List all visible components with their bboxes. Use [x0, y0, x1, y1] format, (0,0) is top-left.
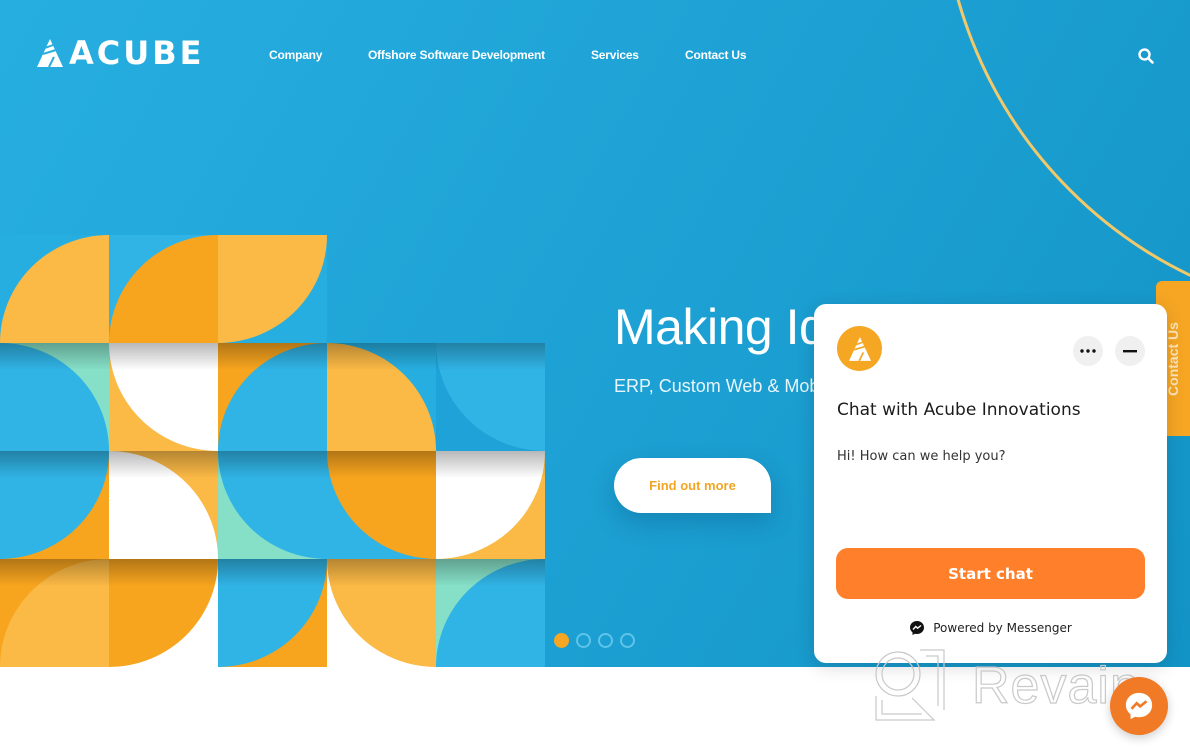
minimize-icon — [1123, 349, 1137, 352]
mosaic-row-1 — [0, 235, 327, 343]
acube-avatar-icon — [848, 336, 871, 361]
messenger-icon — [910, 621, 925, 635]
hero-subtitle: ERP, Custom Web & Mobile — [614, 376, 838, 396]
nav-services[interactable]: Services — [591, 48, 639, 62]
find-out-more-button[interactable]: Find out more — [614, 458, 771, 513]
minimize-chat-button[interactable] — [1115, 336, 1145, 366]
mosaic-row-4 — [0, 559, 545, 667]
mosaic-row-3 — [0, 451, 545, 559]
logo-text: ACUBE — [69, 34, 205, 72]
nav-company[interactable]: Company — [269, 48, 322, 62]
acube-logo-icon — [37, 39, 63, 67]
slider-pagination — [554, 633, 635, 648]
acube-logo[interactable]: ACUBE — [37, 34, 205, 72]
geometric-mosaic-artwork — [0, 235, 545, 667]
nav-contact-us[interactable]: Contact Us — [685, 48, 747, 62]
chat-greeting-message: Hi! How can we help you? — [837, 449, 1006, 464]
page: ACUBE Company Offshore Software Developm… — [0, 0, 1190, 753]
mosaic-row-2 — [0, 343, 545, 451]
slide-dot-1[interactable] — [554, 633, 569, 648]
chat-title: Chat with Acube Innovations — [837, 400, 1081, 420]
nav-offshore-software-development[interactable]: Offshore Software Development — [368, 48, 545, 62]
contact-us-side-tab-label: Contact Us — [1165, 321, 1181, 396]
start-chat-button[interactable]: Start chat — [836, 548, 1145, 599]
search-icon[interactable] — [1137, 47, 1155, 65]
more-options-button[interactable] — [1073, 336, 1103, 366]
messenger-launcher-icon — [1125, 692, 1153, 720]
slide-dot-3[interactable] — [598, 633, 613, 648]
slide-dot-4[interactable] — [620, 633, 635, 648]
slide-dot-2[interactable] — [576, 633, 591, 648]
messenger-chat-launcher[interactable] — [1110, 677, 1168, 735]
more-dots-icon — [1080, 349, 1096, 353]
chat-avatar — [837, 326, 882, 371]
powered-by-messenger: Powered by Messenger — [814, 620, 1167, 636]
messenger-chat-widget: Chat with Acube Innovations Hi! How can … — [814, 304, 1167, 663]
powered-by-text: Powered by Messenger — [933, 621, 1072, 635]
